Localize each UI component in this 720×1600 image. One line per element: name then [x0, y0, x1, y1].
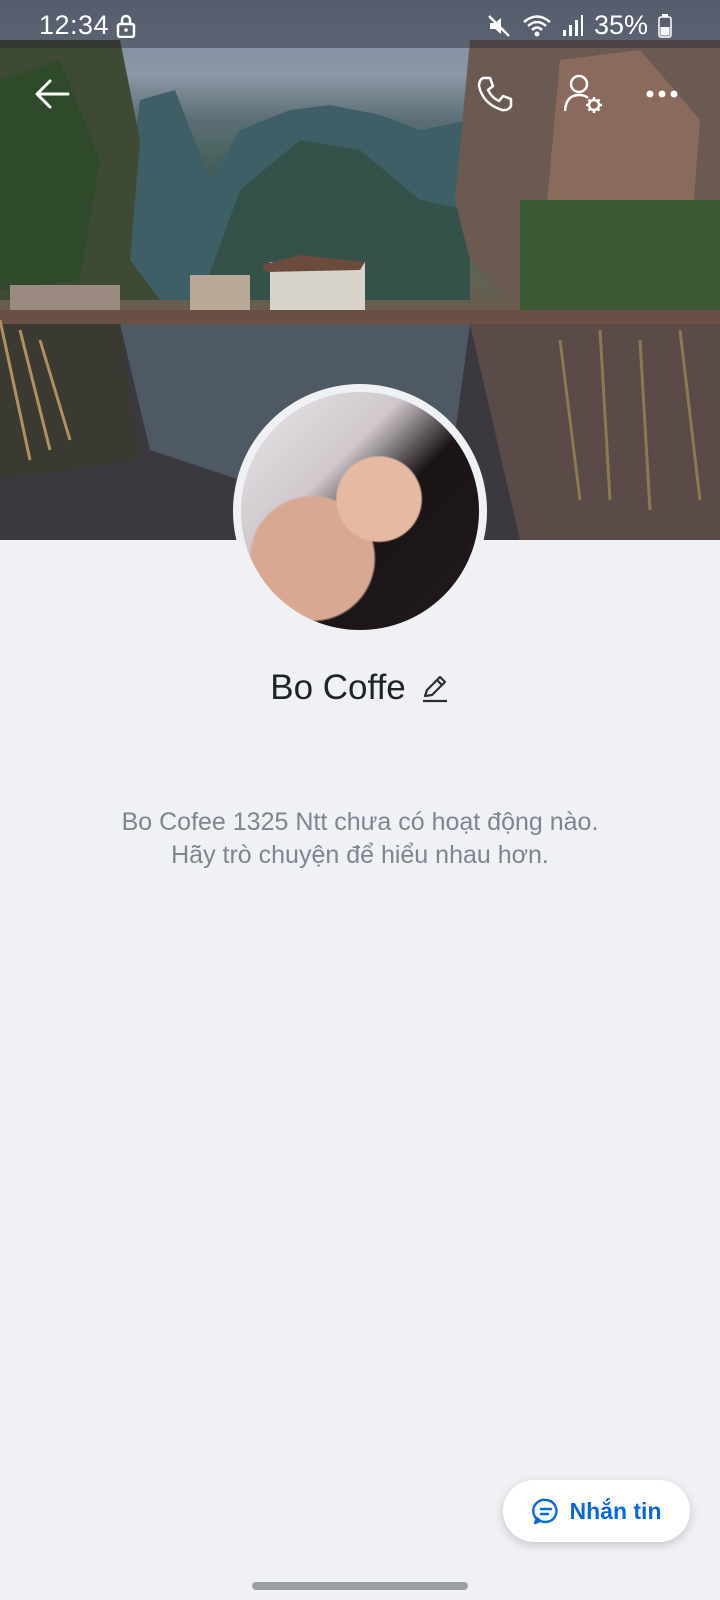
chat-bubble-icon	[531, 1498, 558, 1525]
wifi-icon	[523, 14, 551, 36]
message-button-label: Nhắn tin	[569, 1497, 662, 1524]
more-horizontal-icon	[646, 90, 678, 98]
message-button[interactable]: Nhắn tin	[503, 1480, 690, 1542]
status-icons: 35%	[486, 10, 672, 41]
profile-name-row: Bo Coffe	[0, 668, 720, 708]
battery-percent: 35%	[593, 10, 648, 40]
user-settings-icon	[563, 74, 602, 113]
edit-pencil-icon[interactable]	[420, 673, 450, 703]
empty-message-line-1: Bo Cofee 1325 Ntt chưa có hoạt động nào.	[121, 808, 599, 836]
more-button[interactable]	[634, 66, 690, 122]
battery-icon	[658, 13, 672, 38]
profile-settings-button[interactable]	[556, 66, 612, 122]
empty-message-line-2: Hãy trò chuyện để hiểu nhau hơn.	[171, 841, 549, 869]
avatar[interactable]	[233, 384, 487, 638]
avatar-photo	[241, 392, 479, 630]
signal-icon	[562, 14, 583, 36]
call-button[interactable]	[467, 66, 523, 122]
mute-icon	[488, 14, 510, 37]
status-time: 12:34	[39, 10, 110, 40]
profile-name: Bo Coffe	[270, 668, 406, 707]
phone-icon	[477, 76, 513, 112]
back-button[interactable]	[24, 66, 80, 122]
lock-icon	[116, 14, 136, 38]
empty-activity-message: Bo Cofee 1325 Ntt chưa có hoạt động nào.…	[60, 806, 660, 872]
status-bar: 12:34 35%	[0, 0, 720, 52]
arrow-left-icon	[35, 79, 70, 109]
home-indicator[interactable]	[252, 1582, 468, 1590]
